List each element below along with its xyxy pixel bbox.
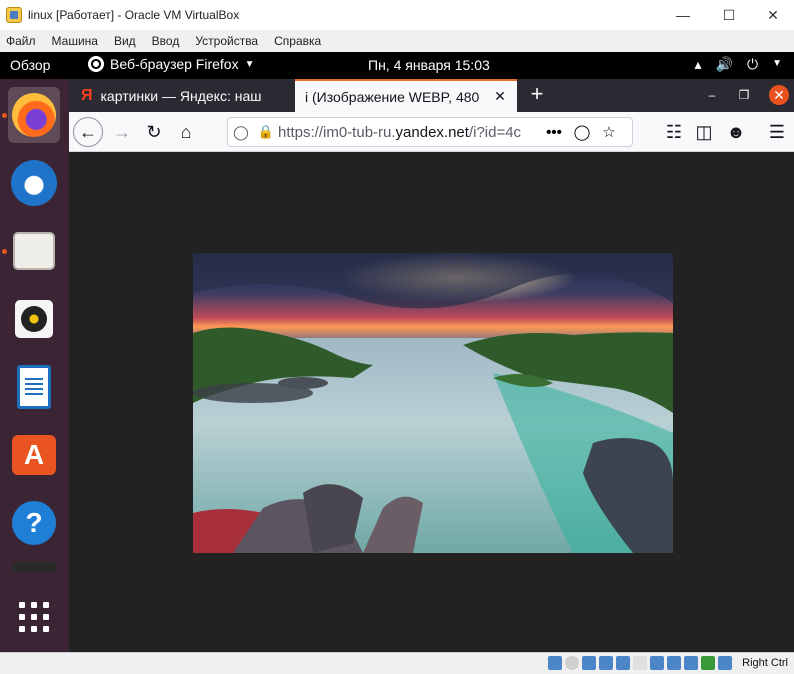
caret-down-icon: ▼ bbox=[772, 58, 782, 69]
libreoffice-writer-icon[interactable] bbox=[8, 359, 60, 415]
back-button[interactable]: ← bbox=[73, 117, 103, 147]
trash-icon[interactable] bbox=[8, 557, 60, 577]
app-menu[interactable]: Веб-браузер Firefox ▼ bbox=[88, 56, 255, 72]
clock[interactable]: Пн, 4 января 15:03 bbox=[368, 57, 490, 73]
minimize-button[interactable]: — bbox=[660, 0, 706, 30]
rhythmbox-icon[interactable] bbox=[8, 291, 60, 347]
running-indicator bbox=[2, 249, 7, 254]
window-title: linux [Работает] - Oracle VM VirtualBox bbox=[28, 8, 240, 22]
close-button[interactable]: ✕ bbox=[750, 0, 794, 30]
optical-drive-icon[interactable] bbox=[565, 656, 579, 670]
close-window-button[interactable]: ✕ bbox=[769, 85, 789, 105]
maximize-button[interactable]: ☐ bbox=[706, 0, 752, 30]
yandex-icon: Я bbox=[81, 86, 93, 104]
thunderbird-icon[interactable] bbox=[8, 155, 60, 211]
device-icons bbox=[548, 656, 732, 670]
firefox-icon[interactable] bbox=[8, 87, 60, 143]
menu-help[interactable]: Справка bbox=[274, 34, 321, 48]
reload-button[interactable]: ↻ bbox=[139, 117, 169, 147]
account-icon[interactable]: ☻ bbox=[721, 117, 751, 147]
vbox-titlebar: linux [Работает] - Oracle VM VirtualBox … bbox=[0, 0, 794, 30]
activities-button[interactable]: Обзор bbox=[10, 57, 50, 73]
ubuntu-software-icon[interactable]: A bbox=[8, 427, 60, 483]
seascape-photo[interactable] bbox=[193, 253, 673, 553]
hdd-icon[interactable] bbox=[548, 656, 562, 670]
volume-icon: 🔊 bbox=[715, 56, 734, 72]
tab-webp-image[interactable]: i (Изображение WEBP, 480 ✕ bbox=[295, 79, 517, 112]
page-actions-icon[interactable]: ••• bbox=[540, 124, 568, 141]
shield-icon[interactable]: ◯ bbox=[228, 124, 254, 141]
bookmark-star-icon[interactable]: ☆ bbox=[596, 123, 622, 141]
lock-icon[interactable]: 🔒 bbox=[254, 124, 278, 140]
shared-folders-icon[interactable] bbox=[633, 656, 647, 670]
usb-icon[interactable] bbox=[616, 656, 630, 670]
app-menu-label: Веб-браузер Firefox bbox=[110, 56, 239, 72]
host-key-label: Right Ctrl bbox=[742, 657, 788, 669]
caret-down-icon: ▼ bbox=[244, 58, 255, 70]
gnome-top-bar: Обзор Веб-браузер Firefox ▼ Пн, 4 января… bbox=[0, 52, 794, 79]
menu-view[interactable]: Вид bbox=[114, 34, 136, 48]
keyboard-capture-icon[interactable] bbox=[718, 656, 732, 670]
home-button[interactable]: ⌂ bbox=[171, 117, 201, 147]
tab-label: картинки — Яндекс: наш bbox=[100, 87, 262, 104]
library-icon[interactable]: ☷ bbox=[659, 117, 689, 147]
mouse-integration-icon[interactable] bbox=[701, 656, 715, 670]
close-tab-icon[interactable]: ✕ bbox=[489, 88, 511, 105]
page-content bbox=[69, 152, 794, 652]
menu-hamburger-icon[interactable]: ☰ bbox=[762, 117, 792, 147]
video-capture-icon[interactable] bbox=[667, 656, 681, 670]
firefox-small-icon bbox=[88, 56, 104, 72]
url-text: https://im0-tub-ru.yandex.net/i?id=4c bbox=[278, 123, 522, 141]
files-icon[interactable] bbox=[8, 223, 60, 279]
menu-input[interactable]: Ввод bbox=[152, 34, 180, 48]
menu-devices[interactable]: Устройства bbox=[195, 34, 258, 48]
menu-file[interactable]: Файл bbox=[6, 34, 36, 48]
help-icon[interactable]: ? bbox=[8, 495, 60, 551]
menu-machine[interactable]: Машина bbox=[52, 34, 98, 48]
firefox-tabbar: Я картинки — Яндекс: наш i (Изображение … bbox=[69, 79, 794, 112]
tab-yandex-images[interactable]: Я картинки — Яндекс: наш bbox=[69, 79, 294, 112]
network-adapter-icon[interactable] bbox=[599, 656, 613, 670]
firefox-navbar: ← → ↻ ⌂ ◯ 🔒 https://im0-tub-ru.yandex.ne… bbox=[69, 112, 794, 152]
pocket-icon[interactable]: ◯ bbox=[568, 123, 596, 141]
dock: A ? bbox=[0, 79, 69, 652]
display-icon[interactable] bbox=[650, 656, 664, 670]
system-tray[interactable]: ▴ 🔊 ⏻ ▼ bbox=[695, 56, 782, 73]
url-bar[interactable]: ◯ 🔒 https://im0-tub-ru.yandex.net/i?id=4… bbox=[227, 117, 633, 147]
minimize-button[interactable]: – bbox=[702, 85, 722, 105]
new-tab-button[interactable]: + bbox=[525, 83, 549, 107]
running-indicator bbox=[2, 113, 7, 118]
virtualization-icon[interactable] bbox=[684, 656, 698, 670]
vbox-menubar: Файл Машина Вид Ввод Устройства Справка bbox=[0, 30, 794, 52]
forward-button[interactable]: → bbox=[107, 117, 137, 147]
sidebar-icon[interactable]: ◫ bbox=[689, 117, 719, 147]
virtualbox-icon bbox=[6, 7, 22, 23]
audio-icon[interactable] bbox=[582, 656, 596, 670]
network-icon: ▴ bbox=[694, 56, 702, 72]
power-icon: ⏻ bbox=[747, 56, 759, 72]
vbox-statusbar: Right Ctrl bbox=[0, 652, 794, 674]
tab-label: i (Изображение WEBP, 480 bbox=[305, 88, 480, 105]
show-applications-icon[interactable] bbox=[8, 589, 60, 645]
restore-button[interactable]: ❐ bbox=[734, 85, 754, 105]
